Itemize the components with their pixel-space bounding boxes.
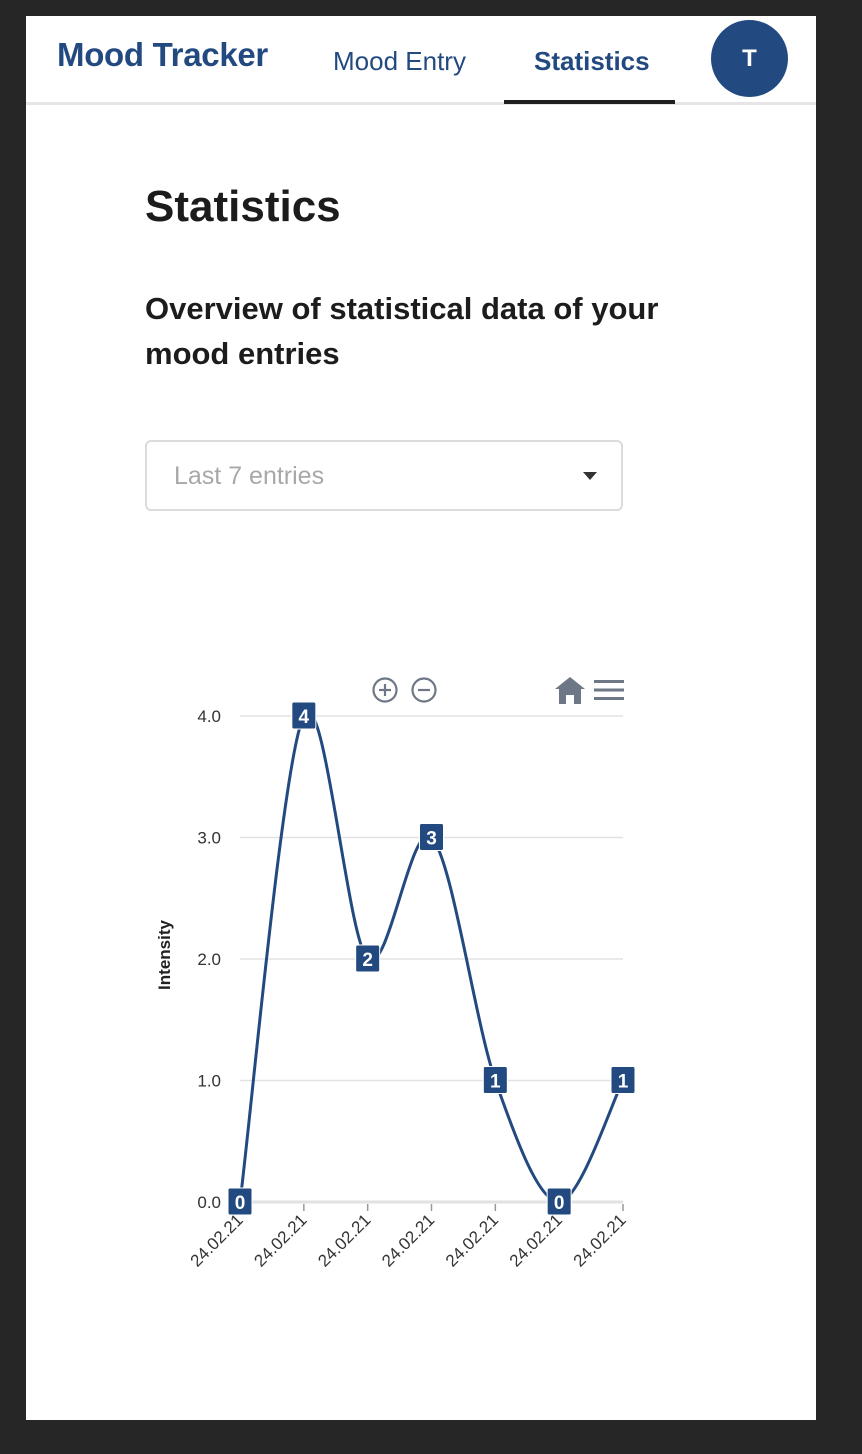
svg-text:2: 2: [362, 950, 373, 971]
data-label: 2: [355, 944, 381, 973]
page-title: Statistics: [145, 182, 341, 231]
svg-text:1: 1: [490, 1072, 501, 1093]
x-tick-label: 24.02.21: [187, 1210, 247, 1270]
home-icon[interactable]: [555, 677, 585, 704]
active-tab-indicator: [504, 100, 675, 104]
data-label: 3: [419, 823, 444, 851]
svg-text:4: 4: [299, 707, 310, 728]
svg-text:0: 0: [554, 1193, 565, 1214]
data-label: 1: [482, 1066, 508, 1094]
page-subtitle: Overview of statistical data of your moo…: [145, 291, 659, 371]
y-tick-label: 1.0: [197, 1072, 221, 1091]
data-label: 0: [546, 1187, 572, 1216]
series-line: [238, 710, 625, 1204]
x-tick-label: 24.02.21: [506, 1210, 566, 1270]
y-axis-ticks: 0.0 1.0 2.0 3.0 4.0: [197, 707, 221, 1212]
y-axis-label: Intensity: [155, 920, 174, 990]
menu-icon[interactable]: [594, 680, 624, 700]
y-tick-label: 2.0: [197, 950, 221, 969]
y-tick-label: 3.0: [197, 829, 221, 848]
brand-logo[interactable]: Mood Tracker: [57, 36, 268, 74]
data-label: 4: [291, 701, 317, 730]
select-value: Last 7 entries: [174, 462, 325, 490]
user-avatar[interactable]: T: [711, 20, 788, 97]
x-tick-label: 24.02.21: [250, 1210, 310, 1270]
zoom-out-icon[interactable]: [411, 677, 437, 703]
chart-gridlines: [240, 715, 623, 1203]
svg-text:0: 0: [235, 1193, 246, 1214]
top-navbar: Mood Tracker Mood Entry Statistics T: [26, 16, 816, 105]
svg-text:1: 1: [618, 1072, 629, 1093]
x-tick-label: 24.02.21: [378, 1210, 438, 1270]
data-label: 1: [610, 1066, 636, 1094]
tab-mood-entry[interactable]: Mood Entry: [333, 46, 466, 77]
svg-text:3: 3: [426, 829, 437, 850]
data-label: 0: [227, 1187, 253, 1216]
x-tick-label: 24.02.21: [570, 1210, 630, 1270]
zoom-in-icon[interactable]: [372, 677, 398, 703]
tab-statistics[interactable]: Statistics: [534, 46, 650, 77]
y-tick-label: 0.0: [197, 1193, 221, 1212]
caret-down-icon: [583, 472, 597, 480]
app-screen: Mood Tracker Mood Entry Statistics T Sta…: [26, 16, 816, 1420]
y-tick-label: 4.0: [197, 707, 221, 726]
x-tick-label: 24.02.21: [442, 1210, 502, 1270]
entries-range-select[interactable]: Last 7 entries: [145, 440, 623, 511]
x-tick-label: 24.02.21: [314, 1210, 374, 1270]
